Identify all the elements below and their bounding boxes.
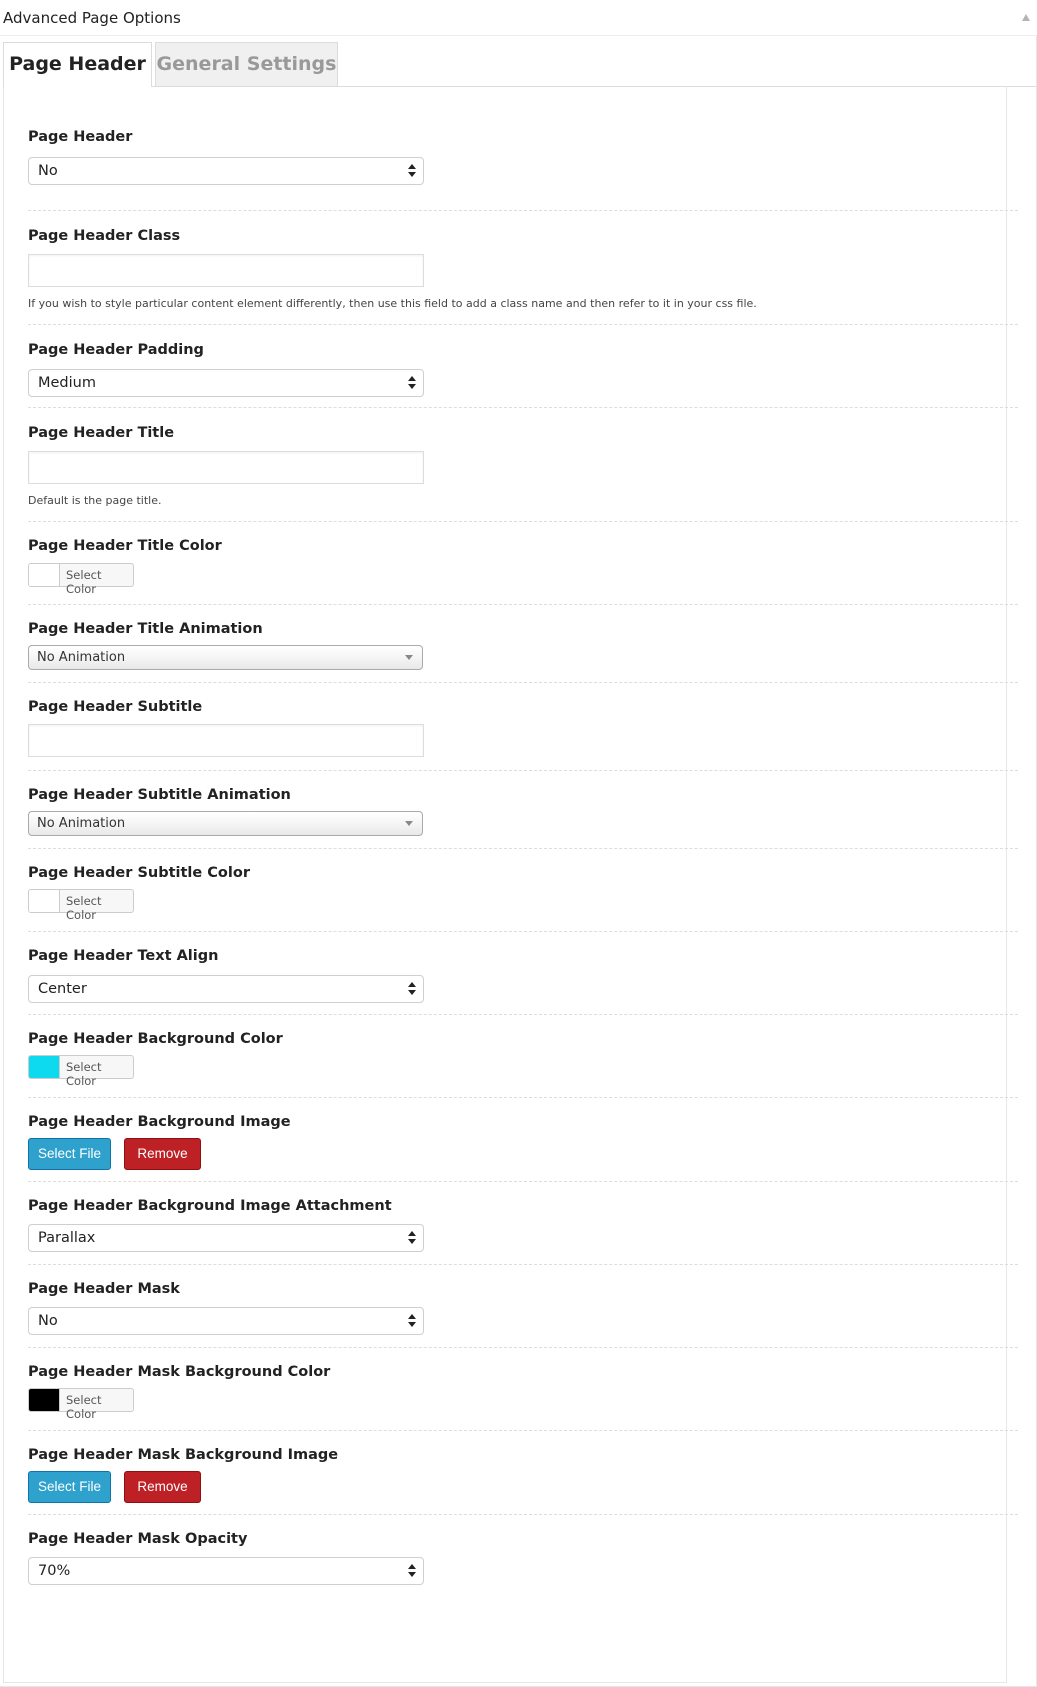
field-divider: [28, 521, 1018, 522]
page-header-subtitle-color-label: Page Header Subtitle Color: [28, 865, 250, 881]
page-header-select-value: No: [38, 163, 58, 179]
page-header-subtitle-input[interactable]: [28, 724, 424, 757]
page-header-title-hint: Default is the page title.: [28, 494, 162, 507]
select-arrows-icon: [408, 1230, 416, 1246]
page-header-subtitle-color-picker[interactable]: Select Color: [28, 889, 134, 922]
select-file-button[interactable]: Select File: [28, 1471, 111, 1503]
select-color-label: Select Color: [66, 894, 102, 922]
select-arrows-icon: [408, 981, 416, 997]
page-header-mask-opacity-label: Page Header Mask Opacity: [28, 1531, 248, 1547]
page-header-bg-attachment-select[interactable]: Parallax: [28, 1224, 424, 1252]
field-divider: [28, 848, 1018, 849]
panel-header[interactable]: Advanced Page Options: [0, 0, 1037, 36]
page-header-bg-attachment-value: Parallax: [38, 1230, 96, 1246]
page-header-label: Page Header: [28, 129, 133, 145]
page-header-mask-opacity-select[interactable]: 70%: [28, 1557, 424, 1585]
page-header-subtitle-animation-select[interactable]: No Animation: [28, 811, 423, 836]
page-header-class-hint: If you wish to style particular content …: [28, 297, 757, 310]
page-header-mask-select[interactable]: No: [28, 1307, 424, 1335]
page-header-mask-bg-image-label: Page Header Mask Background Image: [28, 1447, 339, 1463]
select-color-label: Select Color: [66, 1393, 102, 1421]
chevron-down-icon: [405, 655, 413, 660]
field-divider: [28, 682, 1018, 683]
page-header-title-animation-label: Page Header Title Animation: [28, 621, 263, 637]
field-divider: [28, 324, 1018, 325]
page-header-subtitle-animation-value: No Animation: [37, 816, 126, 831]
page-header-padding-label: Page Header Padding: [28, 342, 204, 358]
advanced-page-options-page: Advanced Page Options Page Header Genera…: [0, 0, 1037, 1687]
page-header-padding-select[interactable]: Medium: [28, 369, 424, 397]
select-arrows-icon: [408, 375, 416, 391]
chevron-down-icon: [405, 821, 413, 826]
page-header-title-animation-value: No Animation: [37, 650, 126, 665]
page-header-bg-color-picker[interactable]: Select Color: [28, 1055, 134, 1088]
color-swatch: [29, 1389, 60, 1411]
field-divider: [28, 407, 1018, 408]
page-header-title-input[interactable]: [28, 451, 424, 484]
page-header-mask-bg-color-picker[interactable]: Select Color: [28, 1388, 134, 1421]
page-header-bg-color-label: Page Header Background Color: [28, 1031, 283, 1047]
field-divider: [28, 931, 1018, 932]
page-header-title-label: Page Header Title: [28, 425, 175, 441]
field-divider: [28, 604, 1018, 605]
page-header-text-align-value: Center: [38, 981, 87, 997]
panel-body: Page Header General Settings Page Header…: [0, 36, 1037, 1687]
select-arrows-icon: [408, 1313, 416, 1329]
select-arrows-icon: [408, 1563, 416, 1579]
tab-general-settings[interactable]: General Settings: [155, 42, 338, 86]
page-header-padding-select-value: Medium: [38, 375, 96, 391]
field-divider: [28, 1430, 1018, 1431]
select-arrows-icon: [408, 163, 416, 179]
field-divider: [28, 1514, 1018, 1515]
select-color-label: Select Color: [66, 1060, 102, 1088]
field-divider: [28, 1181, 1018, 1182]
page-header-text-align-label: Page Header Text Align: [28, 948, 219, 964]
remove-button[interactable]: Remove: [124, 1471, 201, 1503]
page-header-mask-opacity-value: 70%: [38, 1563, 71, 1579]
field-divider: [28, 1347, 1018, 1348]
field-divider: [28, 770, 1018, 771]
collapse-up-icon[interactable]: [1022, 14, 1030, 21]
field-divider: [28, 1097, 1018, 1098]
color-swatch: [29, 1056, 60, 1078]
page-header-text-align-select[interactable]: Center: [28, 975, 424, 1003]
page-header-class-label: Page Header Class: [28, 228, 181, 244]
field-divider: [28, 1264, 1018, 1265]
page-header-bg-image-label: Page Header Background Image: [28, 1114, 291, 1130]
page-header-title-color-label: Page Header Title Color: [28, 538, 222, 554]
page-header-bg-attachment-label: Page Header Background Image Attachment: [28, 1198, 392, 1214]
page-header-subtitle-animation-label: Page Header Subtitle Animation: [28, 787, 291, 803]
page-header-title-color-picker[interactable]: Select Color: [28, 563, 134, 596]
page-header-mask-label: Page Header Mask: [28, 1281, 180, 1297]
panel-title: Advanced Page Options: [3, 9, 181, 27]
field-divider: [28, 210, 1018, 211]
remove-button[interactable]: Remove: [124, 1138, 201, 1170]
page-header-subtitle-label: Page Header Subtitle: [28, 699, 203, 715]
page-header-select[interactable]: No: [28, 157, 424, 185]
page-header-mask-bg-color-label: Page Header Mask Background Color: [28, 1364, 331, 1380]
field-divider: [28, 1014, 1018, 1015]
tab-page-header[interactable]: Page Header: [3, 42, 152, 87]
select-color-label: Select Color: [66, 568, 102, 596]
color-swatch: [29, 890, 60, 912]
color-swatch: [29, 564, 60, 586]
page-header-mask-value: No: [38, 1313, 58, 1329]
page-header-class-input[interactable]: [28, 254, 424, 287]
select-file-button[interactable]: Select File: [28, 1138, 111, 1170]
page-header-title-animation-select[interactable]: No Animation: [28, 645, 423, 670]
tab-content: Page Header No Page Header Class If you …: [3, 86, 1018, 1683]
